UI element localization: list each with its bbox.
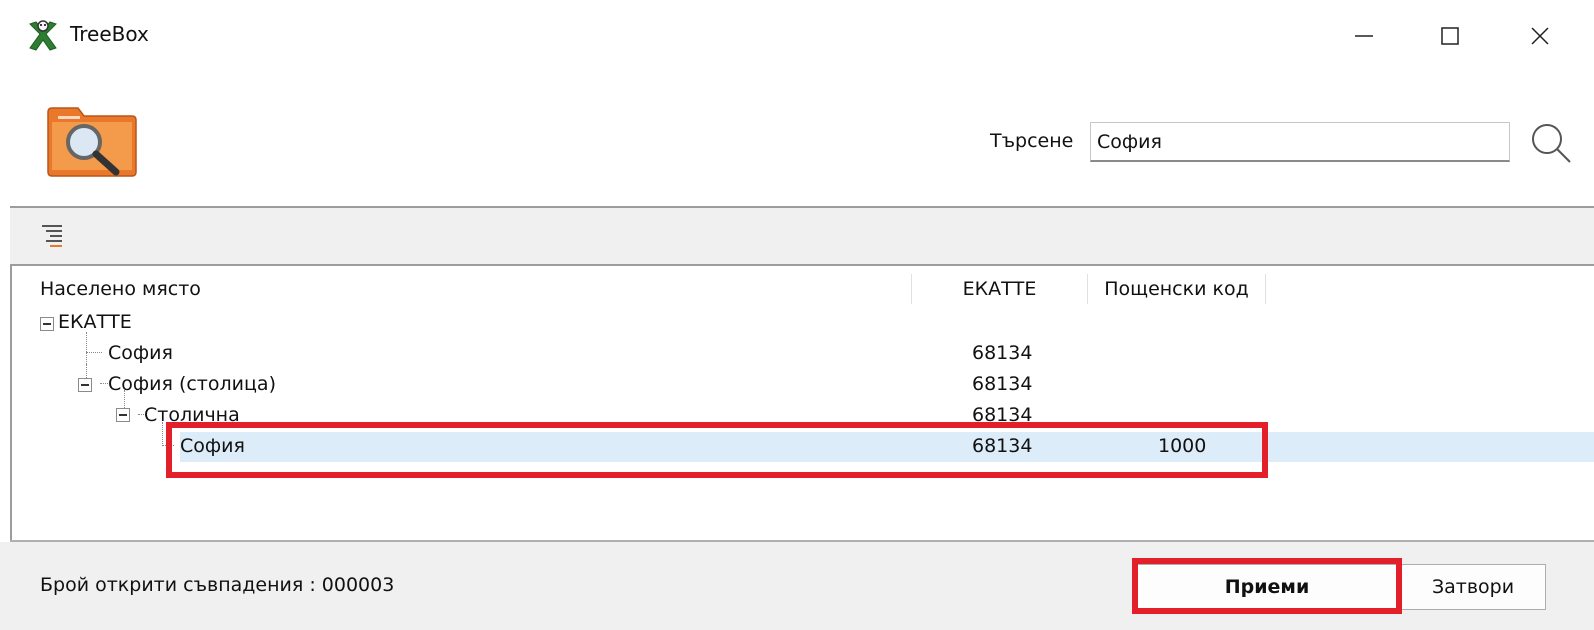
grid-header: Населено място ЕКАТТЕ Пощенски код [26, 274, 1594, 304]
collapse-tree-icon[interactable] [40, 222, 64, 250]
ekatte-value: 68134 [972, 373, 1033, 395]
tree-item-label: София [108, 342, 173, 364]
column-header-ekatte[interactable]: ЕКАТТЕ [912, 274, 1088, 304]
app-logo-icon [29, 20, 57, 51]
footer-bar: Брой открити съвпадения : 000003 Приеми … [0, 542, 1594, 630]
search-label: Търсене [990, 130, 1074, 152]
ekatte-value: 68134 [972, 342, 1033, 364]
window-title: TreeBox [70, 22, 149, 46]
column-header-postal-code[interactable]: Пощенски код [1088, 274, 1266, 304]
column-header-settlement[interactable]: Населено място [26, 274, 912, 304]
search-input[interactable] [1090, 122, 1510, 162]
minimize-button[interactable] [1334, 14, 1394, 58]
tree-item-label: София [180, 435, 245, 457]
tree-item-label: ЕКАТТЕ [58, 311, 132, 333]
ekatte-value: 68134 [972, 435, 1033, 457]
selection-background [180, 432, 1594, 462]
title-bar: TreeBox [0, 0, 1594, 72]
tree-row[interactable]: Столична 68134 [26, 401, 1594, 431]
accept-button[interactable]: Приеми [1136, 564, 1398, 610]
postal-code-value: 1000 [1158, 435, 1207, 457]
collapse-toggle-icon[interactable] [116, 408, 130, 422]
tree-row-selected[interactable]: София 68134 1000 [26, 432, 1594, 462]
folder-search-icon [47, 107, 137, 177]
tree-row[interactable]: София (столица) 68134 [26, 370, 1594, 400]
tree-item-label: Столична [144, 404, 240, 426]
minimize-icon [1355, 35, 1373, 37]
ekatte-value: 68134 [972, 404, 1033, 426]
collapse-toggle-icon[interactable] [78, 378, 92, 392]
search-icon[interactable] [1528, 120, 1572, 164]
tree-row[interactable]: ЕКАТТЕ [26, 308, 1594, 338]
close-icon [1531, 27, 1549, 45]
search-header: Търсене [0, 72, 1594, 206]
close-window-button[interactable] [1510, 14, 1570, 58]
tree-item-label: София (столица) [108, 373, 276, 395]
toolbar [10, 208, 1594, 264]
tree-row[interactable]: София 68134 [26, 339, 1594, 369]
tree-grid[interactable]: Населено място ЕКАТТЕ Пощенски код ЕКАТТ… [10, 264, 1594, 542]
collapse-toggle-icon[interactable] [40, 317, 54, 331]
close-button[interactable]: Затвори [1400, 564, 1546, 610]
match-count-status: Брой открити съвпадения : 000003 [40, 574, 395, 596]
maximize-button[interactable] [1420, 14, 1480, 58]
maximize-icon [1441, 27, 1459, 45]
